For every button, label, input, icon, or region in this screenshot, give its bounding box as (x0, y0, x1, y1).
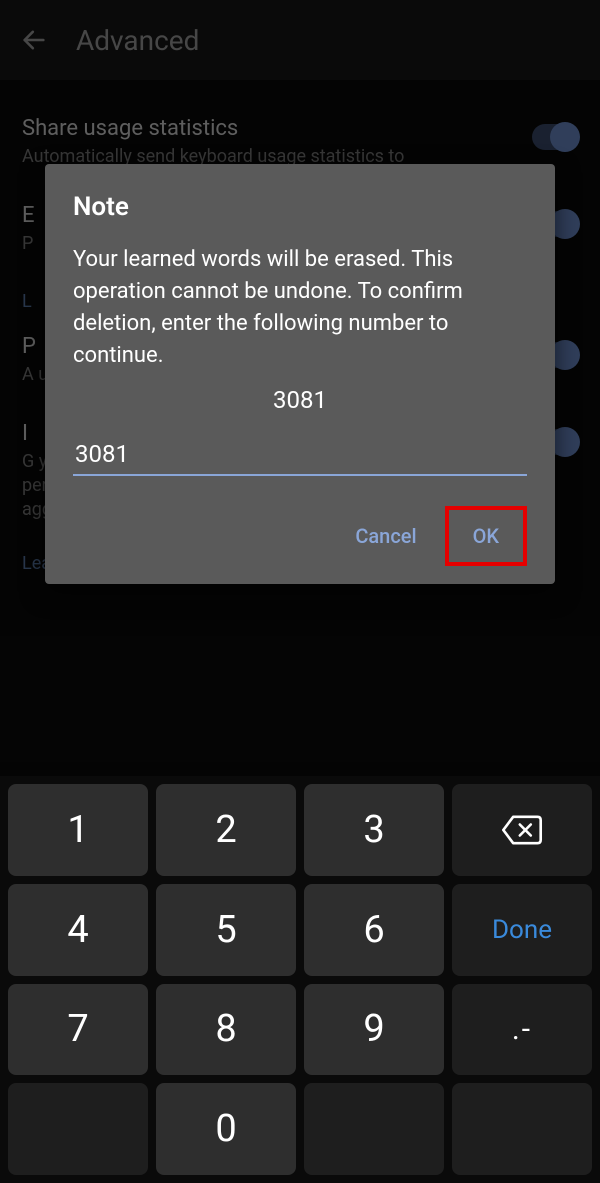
key-5[interactable]: 5 (156, 884, 296, 976)
key-3[interactable]: 3 (304, 784, 444, 876)
key-4[interactable]: 4 (8, 884, 148, 976)
key-blank-left (8, 1083, 148, 1175)
key-6[interactable]: 6 (304, 884, 444, 976)
key-2[interactable]: 2 (156, 784, 296, 876)
key-8[interactable]: 8 (156, 984, 296, 1076)
key-1[interactable]: 1 (8, 784, 148, 876)
confirm-dialog: Note Your learned words will be erased. … (45, 164, 555, 584)
dialog-title: Note (73, 192, 527, 222)
key-done[interactable]: Done (452, 884, 592, 976)
cancel-button[interactable]: Cancel (341, 514, 430, 558)
dialog-confirm-number: 3081 (73, 386, 527, 414)
key-7[interactable]: 7 (8, 984, 148, 1076)
dialog-actions: Cancel OK (73, 506, 527, 566)
key-blank-right-1 (304, 1083, 444, 1175)
key-blank-right-2 (452, 1083, 592, 1175)
backspace-icon (500, 813, 544, 847)
numeric-keyboard: 1 2 3 4 5 6 Done 7 8 9 .- 0 (0, 776, 600, 1183)
ok-highlight-box: OK (445, 506, 527, 566)
ok-button[interactable]: OK (459, 514, 513, 558)
dialog-body: Your learned words will be erased. This … (73, 244, 527, 372)
key-9[interactable]: 9 (304, 984, 444, 1076)
key-symbols[interactable]: .- (452, 984, 592, 1076)
key-backspace[interactable] (452, 784, 592, 876)
confirm-number-input[interactable] (73, 434, 527, 476)
key-0[interactable]: 0 (156, 1083, 296, 1175)
